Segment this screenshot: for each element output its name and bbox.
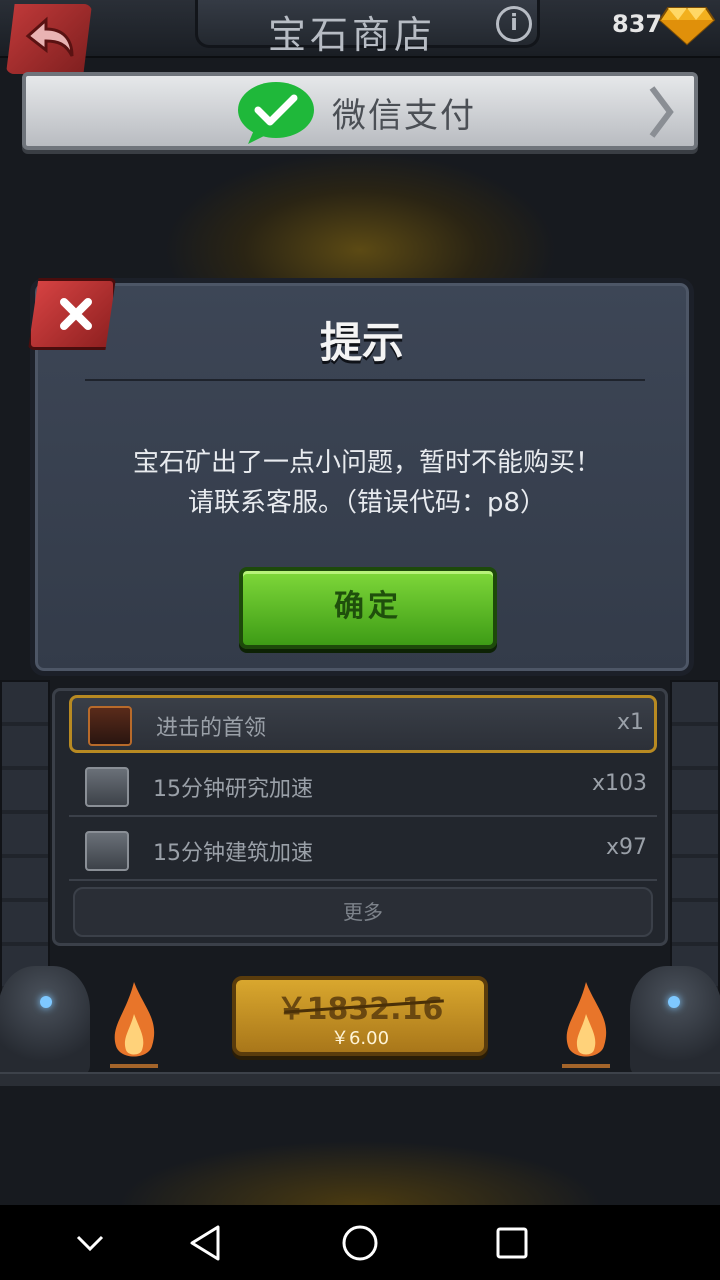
buy-button[interactable]: ￥1832.16 ￥6.00 xyxy=(232,976,488,1056)
list-item[interactable]: 进击的首领 x1 xyxy=(69,695,657,753)
gem-count: 837 xyxy=(612,10,663,38)
chest-icon xyxy=(88,706,132,746)
recent-apps-icon[interactable] xyxy=(494,1223,530,1263)
item-qty: x97 xyxy=(605,835,647,860)
chevron-down-icon[interactable] xyxy=(74,1223,106,1263)
gargoyle-statue-right xyxy=(630,966,720,1076)
dialog-divider xyxy=(85,379,645,381)
dialog-message: 宝石矿出了一点小问题，暂时不能购买！ 请联系客服。（错误代码：p8） xyxy=(65,443,669,523)
item-qty: x103 xyxy=(591,771,647,796)
research-speedup-icon xyxy=(85,767,129,807)
confirm-button[interactable]: 确定 xyxy=(239,567,497,649)
alert-dialog: 提示 宝石矿出了一点小问题，暂时不能购买！ 请联系客服。（错误代码：p8） 确定 xyxy=(30,278,694,676)
wechat-icon xyxy=(238,82,314,144)
close-button[interactable] xyxy=(28,278,116,350)
torch-flame-icon xyxy=(562,982,610,1068)
title-plate: 宝石商店 i xyxy=(195,0,540,57)
item-list: 进击的首领 x1 15分钟研究加速 x103 15分钟建筑加速 x97 更多 xyxy=(52,688,668,946)
page-title: 宝石商店 xyxy=(268,13,437,57)
gem-icon xyxy=(658,7,716,46)
item-name: 15分钟研究加速 xyxy=(153,777,313,802)
back-arrow-icon xyxy=(25,16,74,57)
list-item[interactable]: 15分钟建筑加速 x97 xyxy=(69,823,657,881)
info-icon[interactable]: i xyxy=(496,6,532,42)
shop-panel: 进击的首领 x1 15分钟研究加速 x103 15分钟建筑加速 x97 更多 ￥… xyxy=(0,660,720,1086)
gargoyle-statue-left xyxy=(0,966,90,1076)
chevron-right-icon xyxy=(649,86,674,138)
back-triangle-icon[interactable] xyxy=(188,1223,224,1263)
dialog-message-line1: 宝石矿出了一点小问题，暂时不能购买！ xyxy=(132,448,601,478)
system-nav-bar xyxy=(0,1205,720,1280)
game-screen: 宝石商店 i 837 微信支付 进击的首领 x1 15分钟研究加速 x103 1… xyxy=(0,0,720,1205)
home-circle-icon[interactable] xyxy=(340,1223,380,1263)
dialog-message-line2: 请联系客服。（错误代码：p8） xyxy=(187,488,547,518)
payment-method-selector[interactable]: 微信支付 xyxy=(22,72,698,150)
more-button[interactable]: 更多 xyxy=(73,887,653,937)
bottom-ledge xyxy=(0,1072,720,1086)
item-name: 进击的首领 xyxy=(156,716,267,741)
item-qty: x1 xyxy=(616,710,644,735)
item-name: 15分钟建筑加速 xyxy=(153,841,313,866)
build-speedup-icon xyxy=(85,831,129,871)
back-button[interactable] xyxy=(6,4,92,74)
current-price: ￥6.00 xyxy=(330,1028,390,1049)
close-icon xyxy=(60,298,92,330)
torch-flame-icon xyxy=(110,982,158,1068)
dialog-title: 提示 xyxy=(319,318,404,367)
list-item[interactable]: 15分钟研究加速 x103 xyxy=(69,759,657,817)
payment-method-label: 微信支付 xyxy=(332,96,476,136)
